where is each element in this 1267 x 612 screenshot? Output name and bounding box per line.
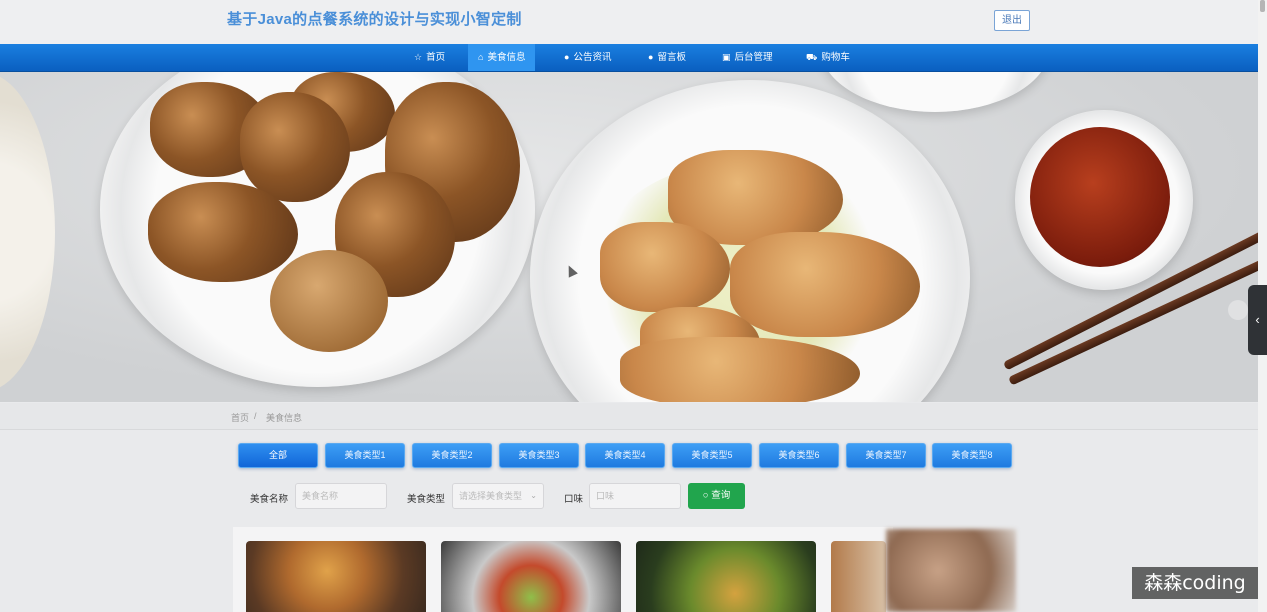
taste-label: 口味 [564,494,584,505]
food-name-label: 美食名称 [250,494,289,505]
food-name-input[interactable]: 美食名称 [295,483,387,509]
watermark: 森森coding [1132,567,1258,599]
category-button[interactable]: 美食类型3 [499,443,579,468]
chevron-down-icon: ⌄ [530,491,537,500]
breadcrumb-separator: / [254,411,257,421]
nav-label: 美食信息 [487,52,526,63]
home-icon: ⌂ [478,52,484,62]
side-panel-toggle[interactable]: ‹ [1248,285,1267,355]
category-button[interactable]: 美食类型5 [672,443,752,468]
search-button-label: 查询 [711,490,731,501]
carousel-next-icon[interactable] [1228,300,1248,320]
nav-item-message-board[interactable]: ● 留言板 [638,44,696,71]
food-image [831,541,886,612]
braised-foot [240,92,350,202]
cart-icon: ⛟ [806,52,818,62]
breadcrumb: 首页 / 美食信息 [0,403,1258,430]
food-image [441,541,621,612]
breadcrumb-home[interactable]: 首页 [231,411,249,424]
circle-icon: ● [648,52,654,62]
category-all-button[interactable]: 全部 [238,443,318,468]
blurred-preview [886,529,1016,612]
food-card[interactable] [636,541,816,612]
food-type-label: 美食类型 [407,494,446,505]
food-type-select[interactable]: 请选择美食类型 ⌄ [452,483,544,509]
nav-label: 购物车 [821,52,850,63]
banner-carousel[interactable] [0,72,1258,402]
top-bar: 基于Java的点餐系统的设计与实现小智定制 退出 [0,0,1258,44]
food-card[interactable] [246,541,426,612]
logout-button[interactable]: 退出 [994,10,1030,31]
fried-wing-right [730,232,920,337]
scrollbar-thumb[interactable] [1260,0,1265,12]
nav-item-food-info[interactable]: ⌂ 美食信息 [468,44,536,71]
nav-item-cart[interactable]: ⛟ 购物车 [796,44,860,71]
nav-label: 首页 [426,52,446,63]
category-button[interactable]: 美食类型6 [759,443,839,468]
category-button[interactable]: 美食类型2 [412,443,492,468]
category-button[interactable]: 美食类型8 [932,443,1012,468]
nav-item-announcements[interactable]: ● 公告资讯 [554,44,621,71]
nav-item-admin[interactable]: ▣ 后台管理 [712,44,783,71]
nav-label: 公告资讯 [573,52,612,63]
panel-icon: ▣ [722,52,731,62]
search-icon: ○ [702,490,709,501]
nav-item-home[interactable]: ☆ 首页 [404,44,455,71]
chevron-left-icon: ‹ [1255,312,1260,327]
category-button[interactable]: 美食类型7 [846,443,926,468]
food-image [246,541,426,612]
braised-egg [270,250,388,352]
main-nav: ☆ 首页 ⌂ 美食信息 ● 公告资讯 ● 留言板 ▣ 后台管理 ⛟ 购物车 [0,44,1258,72]
food-card[interactable] [441,541,621,612]
food-card[interactable] [831,541,886,612]
breadcrumb-current: 美食信息 [266,413,303,423]
category-button[interactable]: 美食类型1 [325,443,405,468]
food-image [636,541,816,612]
braised-paw [148,182,298,282]
nav-label: 留言板 [657,52,686,63]
category-button[interactable]: 美食类型4 [585,443,665,468]
search-button[interactable]: ○ 查询 [688,483,745,509]
fried-strip-left [600,222,730,312]
food-type-placeholder: 请选择美食类型 [459,491,523,501]
chili-sauce [1030,127,1170,267]
site-title: 基于Java的点餐系统的设计与实现小智定制 [227,11,522,28]
taste-input[interactable]: 口味 [589,483,681,509]
star-icon: ☆ [414,52,423,62]
nav-label: 后台管理 [734,52,773,63]
info-icon: ● [564,52,570,62]
